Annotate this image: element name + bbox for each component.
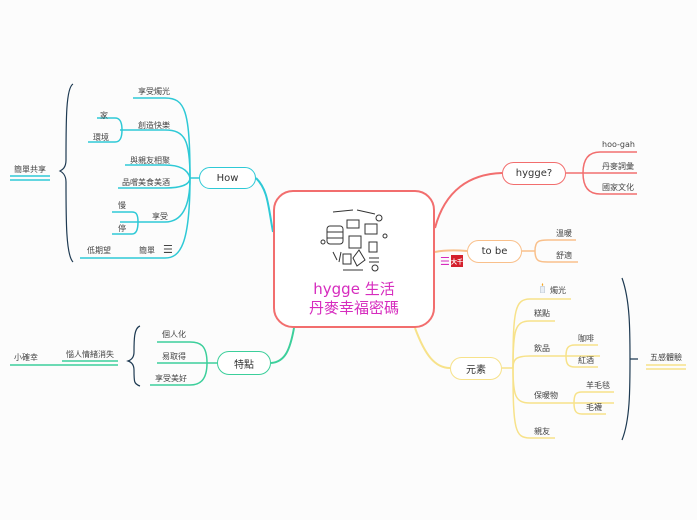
link-hygge [434,172,503,229]
hygge-doodle-image [317,204,391,278]
topic-features[interactable]: 特點 [217,351,271,375]
subtopic-enjoy[interactable]: 享受 [152,211,168,222]
subtopic-candlelight[interactable]: 燭光 [550,285,566,296]
subtopic-coffee[interactable]: 咖啡 [578,333,594,344]
topic-elements[interactable]: 元素 [450,357,502,380]
subtopic-hoo-gah[interactable]: hoo-gah [602,140,635,149]
link-yuansu [414,327,451,369]
subtopic-create-happiness[interactable]: 創造快樂 [138,120,170,131]
summary-simple-sharing[interactable]: 簡單共享 [14,164,46,175]
candle-icon [540,283,545,293]
subtopic-friends-family[interactable]: 親友 [534,426,550,437]
subtopic-environment[interactable]: 環境 [93,132,109,143]
menu-icon[interactable]: ☰ [440,256,450,267]
central-title-line2: 丹麥幸福密碼 [308,299,399,317]
summary-bad-mood-gone[interactable]: 惱人情緒消失 [66,349,114,360]
subtopic-danish-word[interactable]: 丹麥詞彙 [602,161,634,172]
subtopic-easy-to-get[interactable]: 易取得 [162,351,186,362]
subtopic-warm[interactable]: 溫暖 [556,228,572,239]
summary-brace [58,83,74,263]
subtopic-personalized[interactable]: 個人化 [162,329,186,340]
subtopic-wool-socks[interactable]: 毛襪 [586,402,602,413]
central-title-line1: hygge 生活 [313,280,395,298]
subtopic-small-happiness[interactable]: 小確幸 [14,352,38,363]
subtopic-taste-food-wine[interactable]: 品嚐美食美酒 [122,177,170,188]
subtopic-simple[interactable]: 簡單 [139,245,155,256]
menu-icon[interactable]: ☰ [163,244,173,255]
subtopic-enjoy-candlelight[interactable]: 享受燭光 [138,86,170,97]
topic-hygge[interactable]: hygge? [502,162,566,185]
subtopic-home[interactable]: 家 [100,110,108,121]
link-tobe [434,249,468,253]
subtopic-drinks[interactable]: 飲品 [534,343,550,354]
summary-five-senses[interactable]: 五感體驗 [650,352,682,363]
subtopic-red-wine[interactable]: 紅酒 [578,355,594,366]
central-topic[interactable]: hygge 生活 丹麥幸福密碼 [273,190,435,328]
red-badge-icon[interactable]: 大千 [451,255,463,267]
subtopic-national-culture[interactable]: 國家文化 [602,182,634,193]
topic-how[interactable]: How [199,167,256,189]
subtopic-wool-blanket[interactable]: 羊毛毯 [586,380,610,391]
subtopic-gather-friends[interactable]: 與親友相聚 [130,155,170,166]
subtopic-comfortable[interactable]: 舒適 [556,250,572,261]
subtopic-low-expectation[interactable]: 低期望 [87,245,111,256]
yuansu-children-links [502,298,614,439]
subtopic-warm-items[interactable]: 保暖物 [534,390,558,401]
link-tedian [270,327,295,364]
topic-to-be[interactable]: to be [467,240,522,263]
subtopic-pastry[interactable]: 糕點 [534,308,550,319]
subtopic-stop[interactable]: 停 [118,223,126,234]
subtopic-slow[interactable]: 慢 [118,200,126,211]
link-how [255,177,274,233]
subtopic-enjoy-beauty[interactable]: 享受美好 [155,373,187,384]
